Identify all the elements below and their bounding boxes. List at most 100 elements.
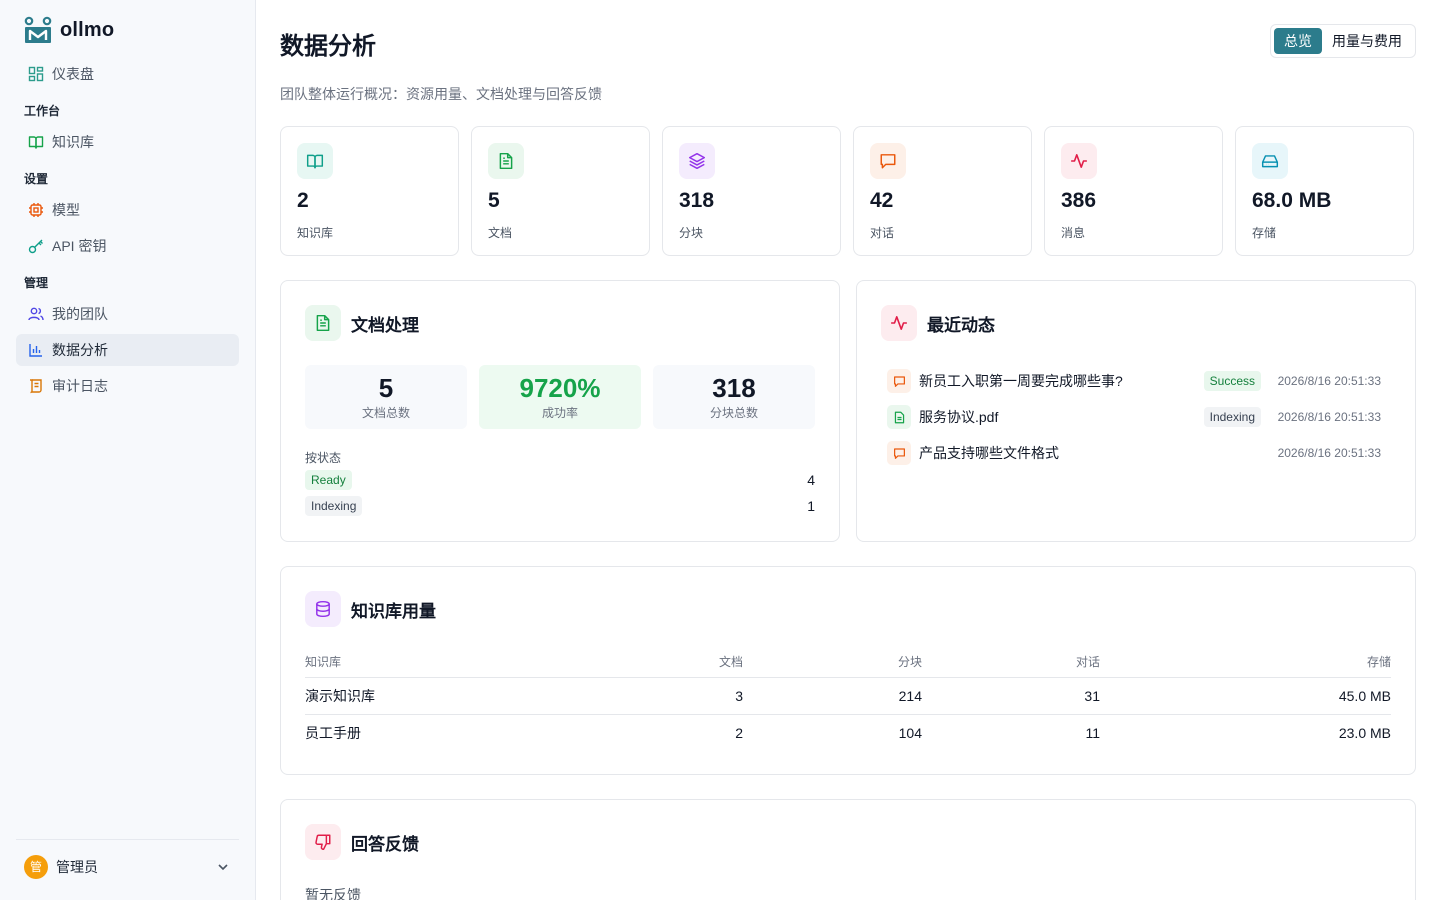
activity-item[interactable]: 产品支持哪些文件格式 2026/8/16 20:51:33: [887, 441, 1381, 465]
activity-icon: [1061, 143, 1097, 179]
sidebar-section-workspace: 工作台: [24, 103, 61, 118]
status-count: 1: [807, 498, 815, 514]
stat-value: 68.0 MB: [1252, 189, 1332, 212]
status-badge: Success: [1203, 371, 1261, 391]
stat-card-conversations: 42 对话: [853, 126, 1032, 256]
book-open-icon: [28, 134, 44, 150]
book-icon: [297, 143, 333, 179]
col-knowledge-base: 知识库: [305, 647, 635, 678]
sidebar: ollmo 仪表盘 工作台 知识库 设置 模型 API 密钥 管理 我的团队 数…: [0, 0, 256, 900]
card-title: 最近动态: [927, 315, 995, 335]
sidebar-item-my-team[interactable]: 我的团队: [16, 298, 239, 330]
activity-time: 2026/8/16 20:51:33: [1277, 374, 1381, 388]
sidebar-item-model[interactable]: 模型: [16, 194, 239, 226]
chunk-total-stat: 318 分块总数: [653, 365, 815, 429]
sidebar-item-label: API 密钥: [52, 238, 107, 254]
activity-icon: [881, 305, 917, 341]
success-rate-stat: 9720% 成功率: [479, 365, 641, 429]
doc-total-stat: 5 文档总数: [305, 365, 467, 429]
col-documents: 文档: [635, 647, 743, 678]
cell-documents: 2: [735, 724, 743, 741]
hard-drive-icon: [1252, 143, 1288, 179]
chunk-total-value: 318: [712, 372, 756, 403]
cell-kb-name: 员工手册: [305, 724, 361, 741]
activity-title: 服务协议.pdf: [919, 409, 999, 425]
stat-card-storage: 68.0 MB 存储: [1235, 126, 1414, 256]
activity-item[interactable]: 服务协议.pdf Indexing 2026/8/16 20:51:33: [887, 405, 1381, 429]
page-title: 数据分析: [280, 33, 376, 60]
col-storage: 存储: [1100, 647, 1391, 678]
sidebar-item-analytics[interactable]: 数据分析: [16, 334, 239, 366]
main-content: 数据分析 团队整体运行概况：资源用量、文档处理与回答反馈 总览 用量与费用 2 …: [256, 0, 1440, 900]
tab-usage-cost[interactable]: 用量与费用: [1322, 28, 1412, 54]
sidebar-item-label: 数据分析: [52, 342, 108, 358]
cell-storage: 45.0 MB: [1100, 677, 1391, 715]
status-badge: Indexing: [305, 496, 363, 516]
dashboard-grid-icon: [28, 66, 44, 82]
status-count: 4: [807, 472, 815, 488]
status-badge: Ready: [305, 470, 352, 490]
kb-usage-table: 知识库 文档 分块 对话 存储 演示知识库 3 214 31 45.0 MB 员…: [305, 647, 1391, 751]
sidebar-nav: 仪表盘 工作台 知识库 设置 模型 API 密钥 管理 我的团队 数据分析 审计…: [16, 58, 239, 406]
file-text-icon: [305, 305, 341, 341]
ollmo-logo-icon: [24, 16, 52, 43]
sidebar-item-knowledge-base[interactable]: 知识库: [16, 126, 239, 158]
stat-value: 42: [870, 189, 894, 212]
stat-card-documents: 5 文档: [471, 126, 650, 256]
table-row[interactable]: 员工手册 2 104 11 23.0 MB: [305, 714, 1391, 751]
stat-value: 386: [1061, 189, 1097, 212]
sidebar-item-dashboard[interactable]: 仪表盘: [16, 58, 239, 90]
table-row[interactable]: 演示知识库 3 214 31 45.0 MB: [305, 677, 1391, 715]
user-name: 管理员: [56, 858, 98, 875]
sidebar-item-api-keys[interactable]: API 密钥: [16, 230, 239, 262]
cell-documents: 3: [635, 677, 743, 715]
col-conversations: 对话: [922, 647, 1100, 678]
card-title: 文档处理: [351, 315, 419, 335]
stat-label: 文档: [488, 226, 513, 240]
database-icon: [305, 591, 341, 627]
avatar: 管: [24, 854, 48, 879]
doc-total-label: 文档总数: [361, 405, 410, 420]
feedback-empty-text: 暂无反馈: [305, 887, 361, 900]
sidebar-section-settings: 设置: [24, 171, 49, 186]
activity-item[interactable]: 新员工入职第一周要完成哪些事? Success 2026/8/16 20:51:…: [887, 369, 1381, 393]
sidebar-item-label: 仪表盘: [52, 66, 94, 82]
cell-kb-name: 演示知识库: [305, 677, 635, 715]
scroll-text-icon: [28, 378, 44, 394]
user-menu[interactable]: 管 管理员: [16, 839, 239, 893]
recent-activity-card: 最近动态 新员工入职第一周要完成哪些事? Success 2026/8/16 2…: [856, 280, 1416, 542]
users-icon: [28, 306, 44, 322]
page-subtitle: 团队整体运行概况：资源用量、文档处理与回答反馈: [280, 86, 602, 102]
app-name: ollmo: [60, 18, 115, 41]
bar-chart-icon: [28, 342, 44, 358]
stat-card-messages: 386 消息: [1044, 126, 1223, 256]
cpu-icon: [28, 202, 44, 218]
brand[interactable]: ollmo: [24, 16, 114, 44]
cell-storage: 23.0 MB: [1338, 724, 1391, 741]
view-tabs: 总览 用量与费用: [1270, 24, 1416, 58]
tab-overview[interactable]: 总览: [1274, 28, 1322, 54]
col-chunks: 分块: [743, 647, 922, 678]
status-row: Indexing 1: [305, 496, 815, 516]
card-title: 知识库用量: [351, 601, 436, 621]
success-rate-label: 成功率: [541, 405, 578, 420]
sidebar-item-audit-log[interactable]: 审计日志: [16, 370, 239, 402]
sidebar-item-label: 审计日志: [52, 378, 108, 394]
success-rate-value: 9720%: [519, 372, 601, 403]
status-badge: Indexing: [1203, 407, 1261, 427]
stat-value: 5: [488, 189, 500, 212]
stat-cards: 2 知识库 5 文档 318 分块 42 对话 386 消息 68.0 MB 存…: [280, 126, 1416, 256]
file-text-icon: [488, 143, 524, 179]
message-icon: [870, 143, 906, 179]
stat-label: 分块: [679, 226, 704, 240]
kb-usage-card: 知识库用量 知识库 文档 分块 对话 存储 演示知识库 3 214 31 45.…: [280, 566, 1416, 775]
key-icon: [28, 238, 44, 254]
chevron-down-icon: [218, 863, 228, 870]
cell-chunks: 104: [898, 724, 922, 741]
stat-label: 存储: [1252, 226, 1277, 240]
cell-conversations: 11: [1085, 724, 1100, 741]
status-row: Ready 4: [305, 470, 815, 490]
chunk-total-label: 分块总数: [709, 405, 758, 420]
stat-label: 消息: [1061, 226, 1086, 240]
sidebar-item-label: 知识库: [52, 134, 94, 150]
